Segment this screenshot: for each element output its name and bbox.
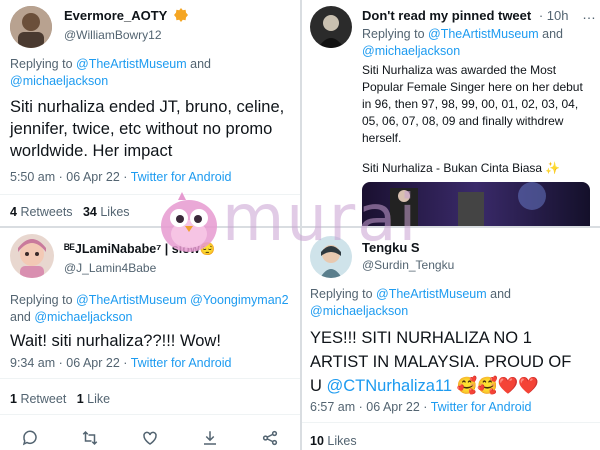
divider	[302, 226, 600, 228]
retweet-count[interactable]: 1	[10, 392, 17, 406]
mention-link[interactable]: @michaeljackson	[310, 304, 408, 318]
engagement-stats: 10 Likes	[310, 434, 357, 448]
engagement-stats: 1 Retweet 1 Like	[10, 392, 111, 406]
mention-link[interactable]: @michaeljackson	[362, 44, 460, 58]
engagement-stats: 4 Retweets 34 Likes	[10, 205, 130, 219]
tweet-text: YES!!! SITI NURHALIZA NO 1 ARTIST IN MAL…	[310, 329, 572, 395]
mention-link[interactable]: @CTNurhaliza11	[327, 377, 453, 395]
tweet-card-2: ᴮᴱJLamiNababe⁷ | slow😔 @J_Lamin4Babe Rep…	[0, 228, 300, 450]
avatar[interactable]	[10, 234, 54, 278]
retweet-count[interactable]: 4	[10, 205, 17, 219]
like-count[interactable]: 1	[77, 392, 84, 406]
avatar[interactable]	[310, 6, 352, 48]
like-count[interactable]: 34	[83, 205, 97, 219]
tweet-text: Siti Nurhaliza was awarded the Most Popu…	[362, 63, 583, 145]
mention-link[interactable]: @TheArtistMuseum	[76, 57, 187, 71]
mention-link[interactable]: @TheArtistMuseum	[76, 293, 187, 307]
tweet-text: Siti nurhaliza ended JT, bruno, celine, …	[10, 98, 285, 160]
emoji: 🥰🥰❤️❤️	[456, 377, 539, 395]
tweet-card-3: Don't read my pinned tweet · 10h … Reply…	[302, 0, 600, 226]
tweet-timestamp: 6:57 am · 06 Apr 22 · Twitter for Androi…	[310, 400, 532, 414]
source-link[interactable]: Twitter for Android	[131, 356, 232, 370]
mention-link[interactable]: @TheArtistMuseum	[376, 287, 487, 301]
avatar[interactable]	[10, 6, 52, 48]
replying-to: Replying to @TheArtistMuseum and @michae…	[362, 27, 564, 58]
source-link[interactable]: Twitter for Android	[431, 400, 532, 414]
share-icon[interactable]	[258, 426, 282, 450]
replying-to: Replying to @TheArtistMuseum and @michae…	[310, 287, 512, 318]
divider	[0, 414, 300, 415]
replying-to: Replying to @TheArtistMuseum @Yoongimyma…	[10, 293, 289, 324]
tweet-card-1: Evermore_AOTY @WilliamBowry12 Replying t…	[0, 0, 300, 226]
heart-icon[interactable]	[138, 426, 162, 450]
mention-link[interactable]: @michaeljackson	[10, 74, 108, 88]
tweet-timestamp: 9:34 am · 06 Apr 22 · Twitter for Androi…	[10, 356, 232, 370]
user-handle[interactable]: @Surdin_Tengku	[362, 258, 454, 272]
tweet-card-4: Tengku S @Surdin_Tengku Replying to @The…	[302, 228, 600, 450]
divider	[0, 194, 300, 195]
retweet-icon[interactable]	[78, 426, 102, 450]
tweet-text: Wait! siti nurhaliza??!!! Wow!	[10, 332, 221, 350]
divider	[300, 0, 302, 450]
user-handle[interactable]: @WilliamBowry12	[64, 28, 162, 42]
action-bar	[18, 426, 282, 450]
mention-link[interactable]: @Yoongimyman2	[190, 293, 288, 307]
mention-link[interactable]: @michaeljackson	[34, 310, 132, 324]
video-thumbnail[interactable]	[362, 182, 590, 226]
reply-icon[interactable]	[18, 426, 42, 450]
watermark-bird-icon	[158, 190, 220, 254]
mention-link[interactable]: @TheArtistMuseum	[428, 27, 539, 41]
divider	[0, 378, 300, 379]
tweet-time-ago: · 10h	[538, 8, 569, 23]
avatar[interactable]	[310, 236, 352, 278]
display-name[interactable]: Don't read my pinned tweet · 10h	[362, 8, 569, 23]
user-handle[interactable]: @J_Lamin4Babe	[64, 261, 156, 275]
tweet-timestamp: 5:50 am · 06 Apr 22 · Twitter for Androi…	[10, 170, 232, 184]
display-name[interactable]: Evermore_AOTY	[64, 8, 188, 25]
video-caption: Siti Nurhaliza - Bukan Cinta Biasa ✨	[362, 161, 561, 175]
divider	[0, 226, 300, 228]
more-options-icon[interactable]: …	[582, 6, 596, 22]
replying-to: Replying to @TheArtistMuseum and @michae…	[10, 57, 212, 88]
like-count[interactable]: 10	[310, 434, 324, 448]
download-icon[interactable]	[198, 426, 222, 450]
display-name[interactable]: Tengku S	[362, 240, 420, 255]
verified-badge-icon	[173, 8, 188, 25]
source-link[interactable]: Twitter for Android	[131, 170, 232, 184]
divider	[302, 422, 600, 423]
